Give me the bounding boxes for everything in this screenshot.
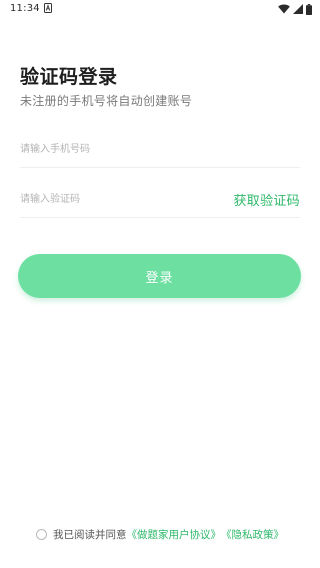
agreement-checkbox[interactable] [36,528,47,540]
status-bar: 11:34 [0,0,320,20]
agreement-text: 我已阅读并同意 [53,528,127,541]
login-button[interactable]: 登录 [18,254,301,298]
page-subtitle: 未注册的手机号将自动创建账号 [20,94,193,108]
user-agreement-link[interactable]: 《做题家用户协议》 [127,527,222,542]
privacy-policy-link[interactable]: 《隐私政策》 [221,527,284,542]
signal-icon [293,4,303,14]
status-icons [278,3,312,15]
notification-a-icon [44,3,52,13]
verification-code-input[interactable] [20,187,220,211]
phone-field [20,131,300,168]
page-title: 验证码登录 [20,66,118,88]
status-time: 11:34 [10,3,40,14]
login-screen: 11:34 验证码登录 未注册的手机号将自动创建账号 获取验证码 登录 [0,0,320,568]
wifi-icon [278,4,290,14]
agreement-row: 我已阅读并同意 《做题家用户协议》 《隐私政策》 [36,527,284,541]
phone-input[interactable] [20,137,220,161]
code-field: 获取验证码 [20,181,300,218]
battery-icon [306,3,312,15]
get-code-button[interactable]: 获取验证码 [233,190,300,209]
